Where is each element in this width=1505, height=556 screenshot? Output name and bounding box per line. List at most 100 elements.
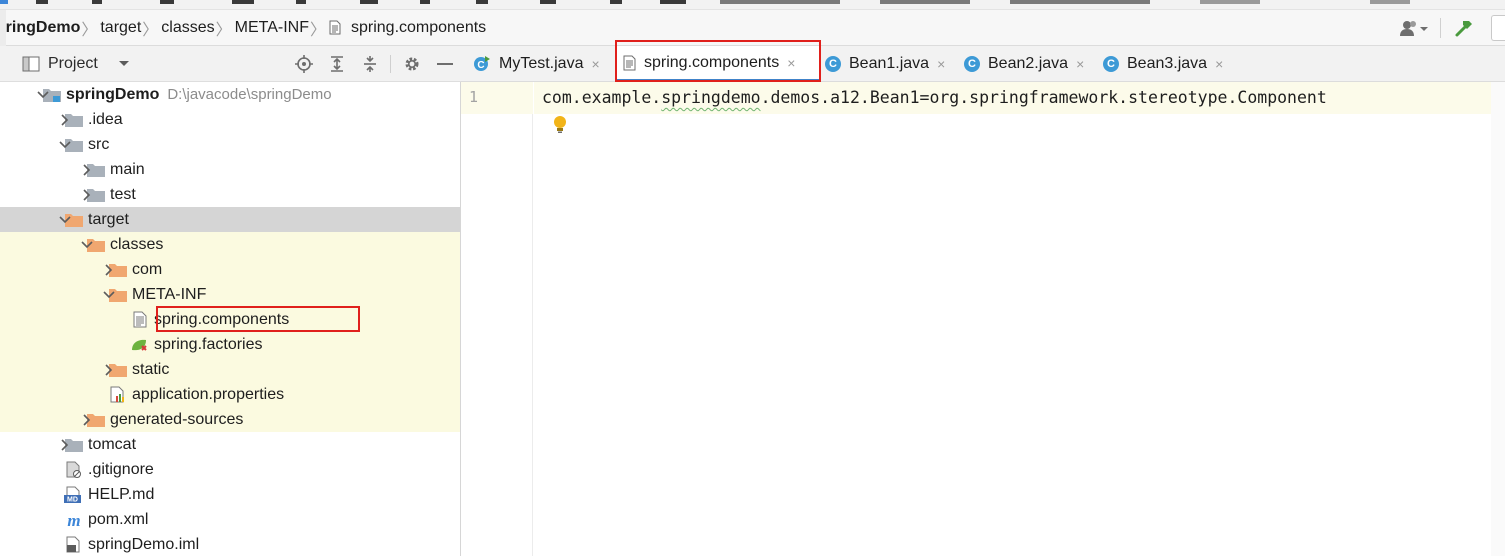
close-tab-icon[interactable]: × <box>1076 56 1084 72</box>
tab-bean1-java[interactable]: C Bean1.java × <box>825 46 959 82</box>
line-number-gutter: 1 <box>461 82 533 556</box>
project-tree: springDemo D:\javacode\springDemo .idea src… <box>0 82 460 556</box>
tree-item-meta-inf[interactable]: META-INF <box>0 282 460 307</box>
tab-bean2-java[interactable]: C Bean2.java × <box>964 46 1098 82</box>
tree-item-label: target <box>88 210 129 228</box>
tree-item-label: application.properties <box>132 385 285 403</box>
tree-item-label: classes <box>110 235 164 253</box>
tree-item-static[interactable]: static <box>0 357 460 382</box>
project-panel-title: Project <box>48 54 98 72</box>
java-class-icon: C <box>1103 56 1119 72</box>
annotation-highlight-box <box>615 40 821 82</box>
java-class-icon: C <box>825 56 841 72</box>
tree-item-label: springDemo <box>66 85 160 103</box>
tree-item-help-md[interactable]: MD HELP.md <box>0 482 460 507</box>
close-tab-icon[interactable]: × <box>937 56 945 72</box>
text-file-icon <box>329 20 345 35</box>
breadcrumb-springdemo[interactable]: springDemo <box>0 10 80 46</box>
tree-item-springdemo[interactable]: springDemo D:\javacode\springDemo <box>0 82 460 107</box>
hide-icon[interactable] <box>428 46 461 82</box>
collapse-all-icon[interactable] <box>353 46 386 82</box>
toolbar-divider <box>1440 18 1441 38</box>
breadcrumb-classes[interactable]: classes <box>161 10 214 46</box>
project-tool-window: Project springDemo D:\javacode\springDem… <box>0 46 461 556</box>
breadcrumb-separator: 〉 <box>215 21 232 39</box>
breadcrumb-meta-inf[interactable]: META-INF <box>235 10 309 46</box>
chevron-right-icon[interactable] <box>102 357 116 382</box>
tab-bean3-java[interactable]: C Bean3.java × <box>1103 46 1237 82</box>
tree-item-application-properties[interactable]: application.properties <box>0 382 460 407</box>
tree-item-label: src <box>88 135 110 153</box>
tree-item-label: META-INF <box>132 285 207 303</box>
build-hammer-icon[interactable] <box>1447 14 1481 42</box>
code-editor[interactable]: com.example.springdemo.demos.a12.Bean1=o… <box>534 82 1505 556</box>
tree-item-spring-components[interactable]: spring.components <box>0 307 460 332</box>
header-divider <box>390 55 391 73</box>
gear-icon[interactable] <box>395 46 428 82</box>
expand-all-icon[interactable] <box>320 46 353 82</box>
tree-item-label: spring.factories <box>154 335 263 353</box>
chevron-right-icon[interactable] <box>80 182 94 207</box>
tree-item-springdemo-iml[interactable]: springDemo.iml <box>0 532 460 556</box>
chevron-down-icon[interactable] <box>36 82 50 107</box>
tree-item-label: .gitignore <box>88 460 154 478</box>
breadcrumb-target[interactable]: target <box>100 10 141 46</box>
chevron-right-icon[interactable] <box>80 407 94 432</box>
tree-item-label: HELP.md <box>88 485 155 503</box>
lightbulb-icon[interactable] <box>550 114 570 136</box>
breadcrumb-separator: 〉 <box>81 21 98 39</box>
tree-item-label: generated-sources <box>110 410 244 428</box>
project-view-icon <box>22 56 40 72</box>
java-test-class-icon: C <box>473 55 491 73</box>
tree-item-target[interactable]: target <box>0 207 460 232</box>
chevron-down-icon[interactable] <box>58 207 72 232</box>
tree-item-main[interactable]: main <box>0 157 460 182</box>
line-number: 1 <box>469 88 479 106</box>
chevron-down-icon[interactable] <box>102 282 116 307</box>
tree-item-spring-factories[interactable]: spring.factories <box>0 332 460 357</box>
tree-item-pom-xml[interactable]: m pom.xml <box>0 507 460 532</box>
tree-item-com[interactable]: com <box>0 257 460 282</box>
project-panel-header: Project <box>0 46 461 82</box>
close-tab-icon[interactable]: × <box>591 56 599 72</box>
tree-item-label: springDemo.iml <box>88 535 200 553</box>
locate-icon[interactable] <box>287 46 320 82</box>
typo-squiggle: springdemo <box>661 88 761 107</box>
tree-item-label: spring.components <box>154 310 290 328</box>
tree-item-src[interactable]: src <box>0 132 460 157</box>
tree-item-gitignore[interactable]: .gitignore <box>0 457 460 482</box>
chevron-right-icon[interactable] <box>58 432 72 457</box>
window-top-strip <box>0 0 1505 10</box>
svg-text:C: C <box>477 60 484 71</box>
project-view-selector[interactable]: Project <box>22 55 130 73</box>
chevron-right-icon[interactable] <box>58 107 72 132</box>
tab-mytest-java[interactable]: C MyTest.java × <box>473 46 611 82</box>
breadcrumb-spring-components[interactable]: spring.components <box>329 10 486 46</box>
project-path: D:\javacode\springDemo <box>167 86 332 103</box>
chevron-down-icon <box>118 60 130 68</box>
tree-item-label: test <box>110 185 136 203</box>
tree-item-tomcat[interactable]: tomcat <box>0 432 460 457</box>
chevron-down-icon[interactable] <box>80 232 94 257</box>
tree-item-idea[interactable]: .idea <box>0 107 460 132</box>
chevron-right-icon[interactable] <box>80 157 94 182</box>
vertical-scrollbar[interactable] <box>1491 82 1505 556</box>
code-line-1[interactable]: com.example.springdemo.demos.a12.Bean1=o… <box>542 88 1327 107</box>
editor-area: C MyTest.java × spring.components × C Be… <box>461 40 1505 556</box>
breadcrumb-separator: 〉 <box>142 21 159 39</box>
tree-item-classes[interactable]: classes <box>0 232 460 257</box>
tree-item-label: com <box>132 260 163 278</box>
tree-item-generated-sources[interactable]: generated-sources <box>0 407 460 432</box>
search-field-stub[interactable] <box>1491 15 1505 41</box>
tree-item-test[interactable]: test <box>0 182 460 207</box>
close-tab-icon[interactable]: × <box>1215 56 1223 72</box>
chevron-right-icon[interactable] <box>102 257 116 282</box>
user-dropdown-icon[interactable] <box>1394 14 1434 42</box>
tree-item-label: .idea <box>88 110 123 128</box>
chevron-down-icon[interactable] <box>58 132 72 157</box>
